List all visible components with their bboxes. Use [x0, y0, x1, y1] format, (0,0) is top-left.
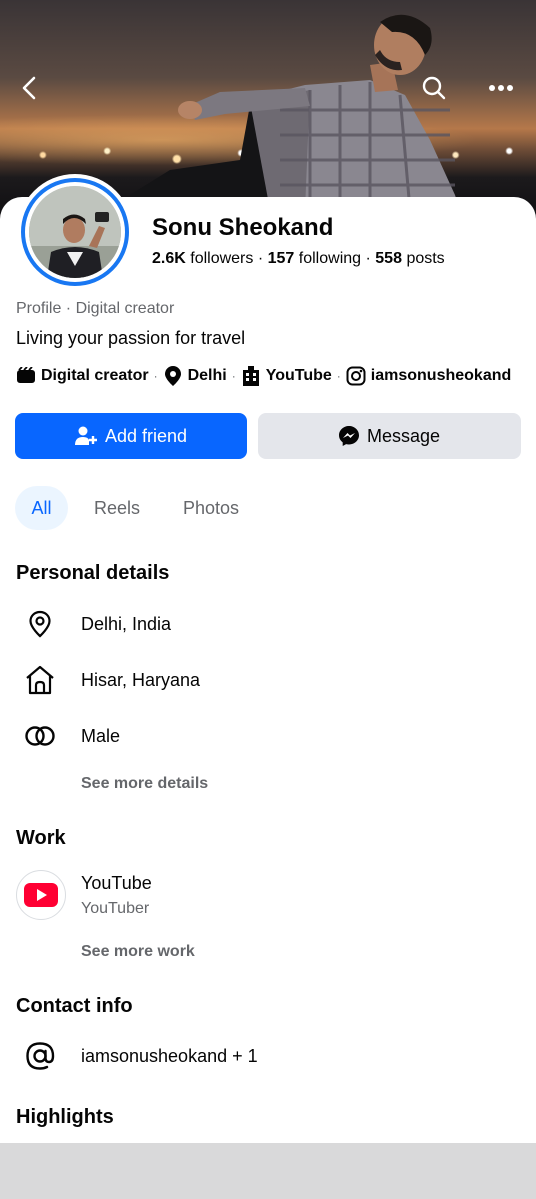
tag-category: Digital creator: [41, 367, 149, 384]
more-options-button[interactable]: [483, 70, 519, 106]
creator-icon: [16, 366, 36, 386]
see-more-details-link[interactable]: See more details: [81, 775, 208, 793]
bottom-gray-area: [0, 1143, 536, 1199]
youtube-icon: [24, 883, 58, 907]
following-count: 157: [267, 250, 295, 267]
posts-count: 558: [375, 250, 402, 267]
at-sign-icon: [22, 1038, 58, 1074]
chevron-left-icon: [22, 76, 36, 100]
hometown: Hisar, Haryana: [81, 670, 201, 690]
tag-instagram[interactable]: iamsonusheokand: [371, 367, 511, 385]
add-friend-button[interactable]: Add friend: [15, 413, 247, 459]
stats-separator: ·: [365, 250, 376, 267]
contact-value[interactable]: iamsonusheokand + 1: [81, 1046, 258, 1067]
search-button[interactable]: [416, 70, 452, 106]
gender: Male: [81, 726, 121, 746]
home-icon: [22, 662, 58, 698]
more-horizontal-icon: [489, 85, 513, 91]
posts-label: posts: [406, 250, 445, 267]
back-button[interactable]: [12, 70, 48, 106]
profile-category-line: Profile · Digital creator: [16, 300, 175, 317]
messenger-icon: [338, 426, 359, 446]
profile-bio: Living your passion for travel: [16, 328, 246, 348]
tab-photos[interactable]: Photos: [168, 486, 254, 530]
cover-person-silhouette: [130, 14, 460, 210]
gender-icon: [22, 718, 58, 754]
stats-separator: ·: [257, 250, 268, 267]
tab-reels[interactable]: Reels: [82, 486, 152, 530]
see-more-work-link[interactable]: See more work: [81, 943, 195, 961]
avatar-person-image: [29, 186, 121, 278]
tag-location: Delhi: [187, 367, 227, 384]
message-label: Message: [366, 425, 441, 446]
contact-info-title: Contact info: [16, 995, 133, 1017]
profile-name: Sonu Sheokand: [152, 214, 334, 241]
avatar-photo: [29, 186, 121, 278]
location-pin-icon: [163, 366, 183, 386]
work-role: YouTuber: [81, 900, 150, 917]
work-title: Work: [16, 827, 66, 849]
avatar[interactable]: [17, 174, 133, 290]
add-friend-label: Add friend: [104, 425, 188, 446]
profile-stats[interactable]: 2.6K followers · 157 following · 558 pos…: [152, 250, 445, 268]
avatar-story-ring: [21, 178, 129, 286]
profile-tags: Digital creator · Delhi · YouTube · iams…: [16, 366, 511, 386]
work-company[interactable]: YouTube: [81, 873, 152, 894]
building-icon: [241, 366, 261, 386]
message-button[interactable]: Message: [258, 413, 521, 459]
youtube-logo[interactable]: [16, 870, 66, 920]
search-icon: [422, 76, 446, 100]
followers-label: followers: [190, 250, 254, 267]
tab-all[interactable]: All: [15, 486, 68, 530]
location-pin-icon: [22, 606, 58, 642]
add-friend-icon: [74, 426, 97, 445]
tag-work: YouTube: [265, 367, 332, 384]
instagram-icon: [346, 366, 366, 386]
personal-details-title: Personal details: [16, 562, 170, 584]
followers-count: 2.6K: [152, 250, 186, 267]
following-label: following: [298, 250, 362, 267]
current-city: Delhi, India: [81, 614, 172, 634]
highlights-title: Highlights: [16, 1106, 114, 1128]
